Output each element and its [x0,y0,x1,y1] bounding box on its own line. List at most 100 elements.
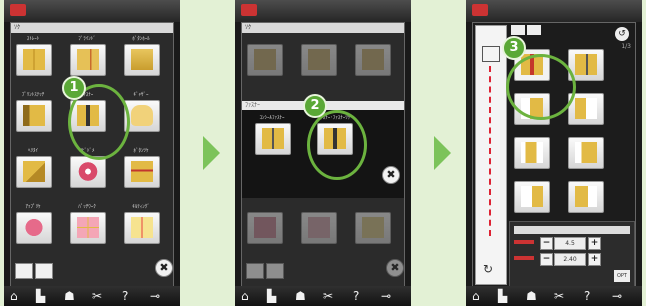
category-quilting [352,203,392,244]
stitch-icon [521,142,543,163]
width-minus-button[interactable]: − [540,237,553,250]
stitch-option[interactable] [565,133,605,173]
needle-icon[interactable]: ⊸ [612,289,622,303]
memory-icon [266,263,284,279]
settings-icon[interactable]: ✂ [554,289,564,303]
mode-icon[interactable] [511,25,525,35]
settings-panel: − 4.5 + − 2.40 + OPT [509,221,635,287]
shirt-icon[interactable]: ☗ [295,289,306,303]
stitch-icon [575,98,597,119]
width-value: 4.5 [554,237,586,250]
fabric-icon [23,161,45,182]
step-badge-1: 1 [62,76,86,100]
brand-tab [241,4,257,16]
fabric-icon [23,49,45,70]
back-icon[interactable]: ↺ [615,27,629,41]
category-straight-stitch[interactable]: ｽﾄﾚｰﾄ [13,35,53,76]
status-bar [235,0,411,22]
category-patchwork[interactable]: ﾊﾟｯﾁﾜｰｸ [67,203,107,244]
needle-icon[interactable]: ⊸ [381,289,391,303]
category-buttonhole[interactable]: ﾎﾞﾀﾝﾎｰﾙ [121,35,161,76]
screen-header: ｿｸ [11,23,173,33]
presser-foot-preview: ↻ [475,25,507,285]
highlight-ring [307,110,367,180]
fabric-icon [77,49,99,70]
memory-icon[interactable] [35,263,53,279]
length-plus-button[interactable]: + [588,253,601,266]
button-icon [77,161,99,182]
reverse-icon[interactable]: ↻ [483,262,493,276]
category-buttonhole [352,35,392,76]
highlight-ring [506,54,576,120]
tulip-icon [23,217,45,238]
fabric-icon [254,49,276,70]
help-icon[interactable]: ? [584,289,590,303]
machine-icon[interactable]: ▙ [36,289,45,303]
screen-step-3: ↻ ↺ 1/3 − 4.5 + − 2.40 + OPT 3 ⌂ ▙ ☗ ✂ ?… [466,0,642,306]
status-bar [4,0,180,22]
patchwork-icon [77,217,99,238]
stitch-option[interactable] [511,177,551,217]
length-value: 2.40 [554,253,586,266]
home-icon[interactable]: ⌂ [241,289,249,303]
opt-button[interactable]: OPT [614,270,630,282]
zipper-icon [262,128,284,149]
panel-header [514,226,630,234]
help-icon[interactable]: ? [122,289,128,303]
tulip-icon [254,217,276,238]
screen-header: ｿｸ [242,23,404,33]
stitch-icon [575,142,597,163]
settings-icon[interactable]: ✂ [323,289,333,303]
machine-icon[interactable]: ▙ [267,289,276,303]
window-icon[interactable] [15,263,33,279]
home-icon[interactable]: ⌂ [10,289,18,303]
brand-tab [472,4,488,16]
category-straight-stitch [244,35,284,76]
category-patchwork [298,203,338,244]
shirt-icon[interactable]: ☗ [64,289,75,303]
brand-tab [10,4,26,16]
step-badge-3: 3 [502,36,526,60]
close-button-disabled: ✖ [386,259,404,277]
fabric-icon [131,161,153,182]
category-applique[interactable]: ｱｯﾌﾟﾘｹ [13,203,53,244]
zipper-icon [575,54,597,75]
needle-icon[interactable]: ⊸ [150,289,160,303]
quilt-icon [131,217,153,238]
close-button[interactable]: ✖ [155,259,173,277]
shirt-icon[interactable]: ☗ [526,289,537,303]
category-print-stitch[interactable]: ﾌﾟﾘﾝﾄｽﾃｯﾁ [13,91,53,132]
screen-step-1: ｿｸ ｽﾄﾚｰﾄ ﾌﾞﾗｲﾝﾄﾞ ﾎﾞﾀﾝﾎｰﾙ ﾌﾟﾘﾝﾄｽﾃｯﾁ ﾌｧｽﾅｰ… [4,0,180,306]
category-hem[interactable]: ﾍﾘﾇｲ [13,147,53,188]
category-blind-stitch [298,35,338,76]
category-applique [244,203,284,244]
bottom-toolbar: ⌂ ▙ ☗ ✂ ? ⊸ [4,286,180,306]
stitch-line [489,66,493,236]
stitch-option[interactable] [565,177,605,217]
foot-icon [482,46,500,62]
category-bartack[interactable]: ﾎﾞﾀﾝﾂｹ [121,147,161,188]
status-bar [466,0,642,22]
machine-icon[interactable]: ▙ [498,289,507,303]
bottom-toolbar: ⌂ ▙ ☗ ✂ ? ⊸ [235,286,411,306]
width-plus-button[interactable]: + [588,237,601,250]
option-concealed-zipper[interactable]: ｺﾝｼｰﾙﾌｧｽﾅｰ [252,114,292,155]
bottom-toolbar: ⌂ ▙ ☗ ✂ ? ⊸ [466,286,642,306]
mode-icon[interactable] [527,25,541,35]
next-arrow-icon [203,136,220,170]
page-indicator: 1/3 [621,43,631,50]
patchwork-icon [308,217,330,238]
category-blind-stitch[interactable]: ﾌﾞﾗｲﾝﾄﾞ [67,35,107,76]
length-minus-button[interactable]: − [540,253,553,266]
settings-icon[interactable]: ✂ [92,289,102,303]
home-icon[interactable]: ⌂ [472,289,480,303]
next-arrow-icon [434,136,451,170]
category-quilting[interactable]: ｷﾙﾃｨﾝｸﾞ [121,203,161,244]
help-icon[interactable]: ? [353,289,359,303]
close-button[interactable]: ✖ [382,166,400,184]
window-icon [246,263,264,279]
fabric-icon [131,49,153,70]
stitch-option[interactable] [511,133,551,173]
fabric-icon [308,49,330,70]
stitch-icon [575,186,597,207]
